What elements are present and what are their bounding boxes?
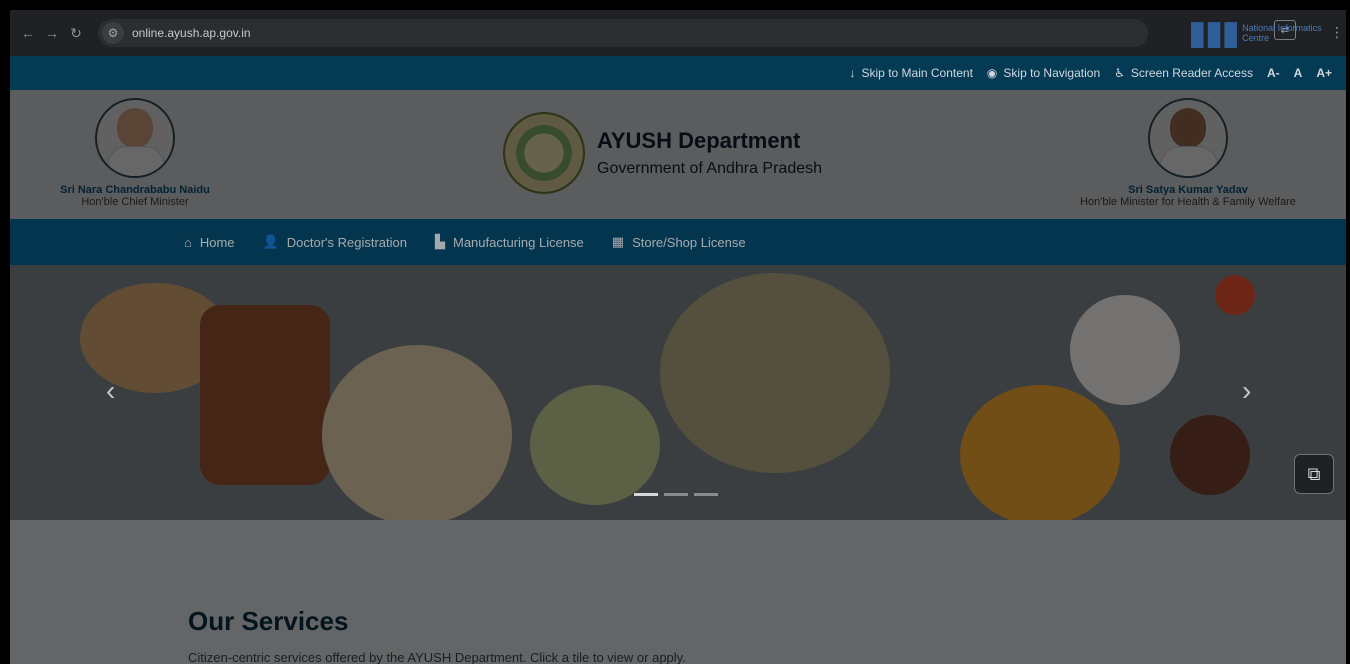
nav-manufacturing-license[interactable]: ▙ Manufacturing License <box>435 234 584 250</box>
cinnamon-image <box>200 305 330 485</box>
back-icon[interactable]: ← <box>16 21 40 45</box>
skip-main-link[interactable]: ↓ Skip to Main Content <box>850 66 973 80</box>
minister-name: Sri Satya Kumar Yadav <box>1128 184 1248 196</box>
brand[interactable]: AYUSH Department Government of Andhra Pr… <box>503 112 822 194</box>
garlic-image <box>1070 295 1180 405</box>
cm-photo <box>95 98 175 178</box>
left-leader: Sri Nara Chandrababu Naidu Hon'ble Chief… <box>30 98 240 208</box>
services-title: Our Services <box>188 606 349 636</box>
nav-doctors-registration[interactable]: 👤 Doctor's Registration <box>263 234 407 250</box>
nic-logo: ▮▮▮ National Informatics Centre <box>1188 13 1338 53</box>
services-subtitle: Citizen-centric services offered by the … <box>188 650 686 664</box>
more-menu-icon[interactable]: ⋮ <box>1330 24 1344 41</box>
skip-main-label: Skip to Main Content <box>861 66 973 80</box>
ap-emblem-icon <box>503 112 585 194</box>
arrow-down-icon: ↓ <box>849 66 856 80</box>
home-icon: ⌂ <box>184 234 192 250</box>
skip-nav-label: Skip to Navigation <box>1003 66 1101 80</box>
screen-reader-label: Screen Reader Access <box>1130 66 1253 80</box>
minister-role: Hon'ble Minister for Health & Family Wel… <box>1080 196 1296 208</box>
nav-doctors-registration-label: Doctor's Registration <box>286 234 407 250</box>
doctor-icon: 👤 <box>262 234 279 249</box>
hero-carousel[interactable]: ‹ › <box>10 265 1346 520</box>
cm-name: Sri Nara Chandrababu Naidu <box>60 184 210 196</box>
font-decrease-button[interactable]: A- <box>1267 66 1280 80</box>
accessibility-bar: ↓ Skip to Main Content ◉ Skip to Navigat… <box>10 56 1346 90</box>
forward-icon[interactable]: → <box>40 21 64 45</box>
brand-text: AYUSH Department Government of Andhra Pr… <box>597 128 822 178</box>
nav-store-shop-license-label: Store/Shop License <box>632 234 746 250</box>
address-bar[interactable]: ⚙ online.ayush.ap.gov.in <box>98 19 1148 47</box>
factory-icon: ▙ <box>434 234 445 249</box>
minister-photo <box>1148 98 1228 178</box>
nav-home[interactable]: ⌂ Home <box>184 235 235 250</box>
browser-toolbar: ← → ↻ ⚙ online.ayush.ap.gov.in ⇄ ▮▮▮ Nat… <box>10 10 1346 56</box>
herb-bowl-image <box>660 273 890 473</box>
skip-nav-link[interactable]: ◉ Skip to Navigation <box>987 66 1100 80</box>
compass-icon: ◉ <box>986 66 998 80</box>
carousel-dot[interactable] <box>694 493 718 496</box>
brand-subtitle: Government of Andhra Pradesh <box>597 160 823 177</box>
store-icon: ▦ <box>611 234 625 249</box>
accessibility-icon: ♿ <box>1114 66 1125 80</box>
site-header: Sri Nara Chandrababu Naidu Hon'ble Chief… <box>10 90 1346 219</box>
main-nav: ⌂ Home 👤 Doctor's Registration ▙ Manufac… <box>10 219 1346 265</box>
site-settings-icon[interactable]: ⚙ <box>102 22 124 44</box>
picture-in-picture-icon[interactable]: ⧉ <box>1294 454 1334 494</box>
carousel-indicators <box>634 493 718 496</box>
nav-manufacturing-license-label: Manufacturing License <box>452 234 584 250</box>
carousel-next-icon[interactable]: › <box>1242 375 1251 407</box>
cm-role: Hon'ble Chief Minister <box>81 196 189 208</box>
nic-logo-mark: ▮▮▮ <box>1188 13 1240 53</box>
star-anise-image <box>1170 415 1250 495</box>
nic-logo-text: National Informatics Centre <box>1242 23 1322 43</box>
carousel-prev-icon[interactable]: ‹ <box>106 375 115 407</box>
turmeric-image <box>960 385 1120 520</box>
nav-home-label: Home <box>199 234 235 250</box>
url-text: online.ayush.ap.gov.in <box>132 26 251 40</box>
cardamom-bowl-image <box>530 385 660 505</box>
chili-image <box>1215 275 1255 315</box>
chickpea-bowl-image <box>322 345 512 520</box>
brand-title: AYUSH Department <box>597 128 801 153</box>
screen-reader-link[interactable]: ♿ Screen Reader Access <box>1114 66 1253 80</box>
services-section: Our Services Citizen-centric services of… <box>10 520 1346 664</box>
reload-icon[interactable]: ↻ <box>64 21 88 45</box>
screen-frame: ← → ↻ ⚙ online.ayush.ap.gov.in ⇄ ▮▮▮ Nat… <box>0 0 1350 664</box>
font-increase-button[interactable]: A+ <box>1316 66 1332 80</box>
carousel-dot[interactable] <box>634 493 658 496</box>
right-leader: Sri Satya Kumar Yadav Hon'ble Minister f… <box>1048 98 1328 208</box>
nav-store-shop-license[interactable]: ▦ Store/Shop License <box>612 234 746 250</box>
carousel-dot[interactable] <box>664 493 688 496</box>
font-normal-button[interactable]: A <box>1294 66 1303 80</box>
